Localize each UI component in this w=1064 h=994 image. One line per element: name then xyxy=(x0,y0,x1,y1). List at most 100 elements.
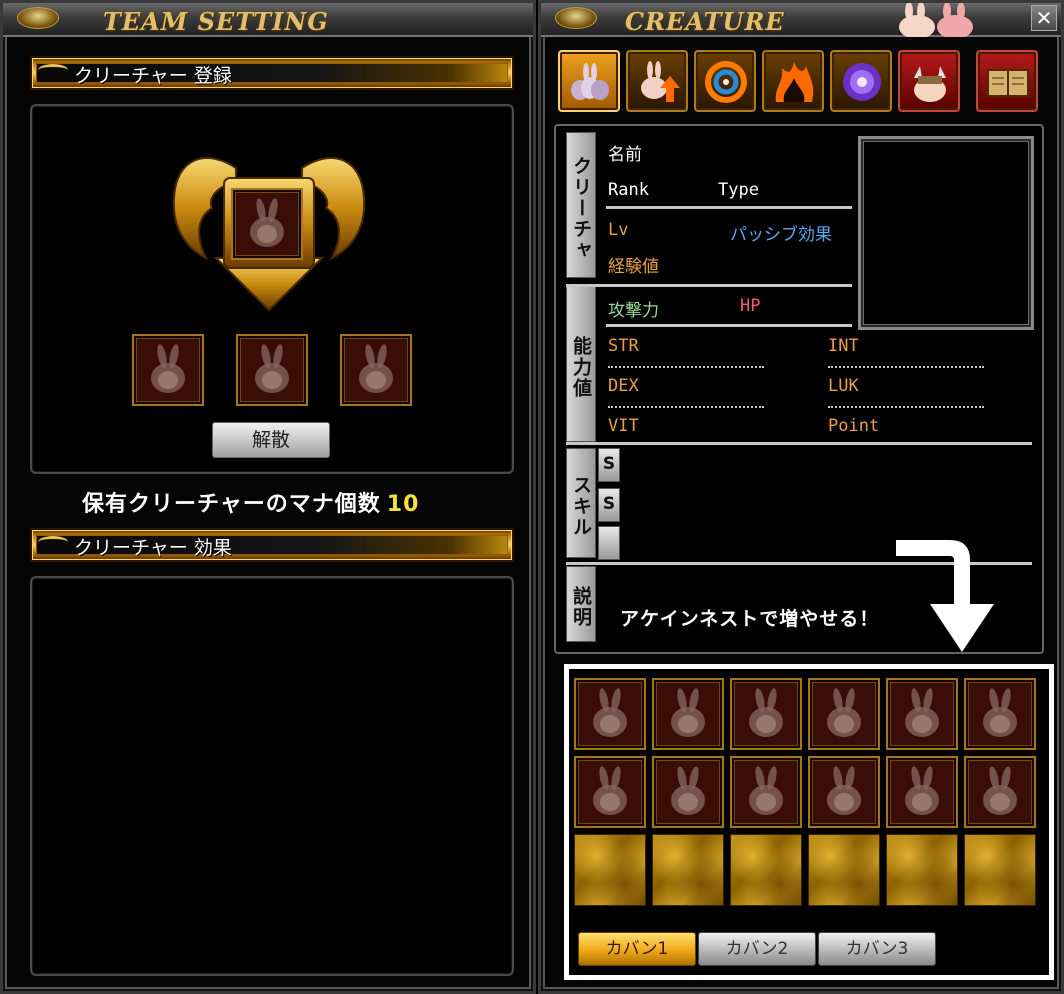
creature-title: CREATURE xyxy=(625,7,785,36)
creature-placeholder-icon xyxy=(255,343,289,393)
divider xyxy=(606,206,852,209)
tab-creature-upgrade[interactable] xyxy=(626,50,688,112)
creature-placeholder-icon xyxy=(827,765,861,815)
bag-tab-3[interactable]: カバン3 xyxy=(818,932,936,966)
creature-placeholder-icon xyxy=(827,687,861,737)
inventory-creature-slot[interactable] xyxy=(964,678,1036,750)
inventory-creature-slot[interactable] xyxy=(886,678,958,750)
dotted-divider xyxy=(608,366,764,368)
attack-label: 攻撃力 xyxy=(608,301,659,321)
inventory-creature-slot[interactable] xyxy=(808,678,880,750)
divider xyxy=(606,324,852,327)
member-creature-slot-1[interactable] xyxy=(132,334,204,406)
inventory-creature-slot[interactable] xyxy=(808,756,880,828)
down-arrow-icon xyxy=(896,540,994,652)
inventory-creature-slot[interactable] xyxy=(652,756,724,828)
creature-register-header-label: クリーチャー 登録 xyxy=(74,65,232,87)
inventory-locked-slot[interactable] xyxy=(730,834,802,906)
vtab-description: 説明 xyxy=(566,566,596,642)
creature-upgrade-icon xyxy=(641,61,680,102)
fire-creature-icon xyxy=(775,62,814,102)
creature-placeholder-icon xyxy=(250,197,284,247)
header-ornament-icon xyxy=(38,64,68,76)
creature-register-header: クリーチャー 登録 xyxy=(30,56,514,90)
inventory-locked-slot[interactable] xyxy=(574,834,646,906)
bag-tab-2[interactable]: カバン2 xyxy=(698,932,816,966)
tab-magic[interactable] xyxy=(830,50,892,112)
creature-placeholder-icon xyxy=(749,687,783,737)
creature-placeholder-icon xyxy=(593,765,627,815)
callout-text: アケインネストで増やせる！ xyxy=(620,608,880,630)
inventory-locked-slot[interactable] xyxy=(808,834,880,906)
team-setting-title: TEAM SETTING xyxy=(103,7,329,36)
creature-portrait xyxy=(858,136,1034,330)
vtab-ability: 能力値 xyxy=(566,286,596,442)
divider xyxy=(566,284,852,287)
mana-count-line: 保有クリーチャーのマナ個数 10 xyxy=(82,486,419,518)
creature-placeholder-icon xyxy=(671,765,705,815)
leader-creature-slot[interactable] xyxy=(231,188,303,260)
skill-slot-2[interactable]: S xyxy=(598,488,620,522)
hp-label: HP xyxy=(740,296,761,316)
experience-label: 経験値 xyxy=(608,257,659,277)
type-label: Type xyxy=(718,180,759,200)
inventory-creature-slot[interactable] xyxy=(964,756,1036,828)
inventory-locked-slot[interactable] xyxy=(964,834,1036,906)
vtab-creature: クリーチャ xyxy=(566,132,596,278)
team-setting-titlebar[interactable]: TEAM SETTING xyxy=(3,3,533,37)
viking-creature-icon xyxy=(914,66,946,102)
bag-tab-1[interactable]: カバン1 xyxy=(578,932,696,966)
creature-placeholder-icon xyxy=(749,765,783,815)
creature-placeholder-icon xyxy=(983,687,1017,737)
inventory-creature-slot[interactable] xyxy=(730,678,802,750)
divider xyxy=(566,442,1032,445)
passive-effect-label: パッシブ効果 xyxy=(730,225,832,245)
tab-book[interactable] xyxy=(976,50,1038,112)
window-orb-icon xyxy=(555,7,597,29)
creature-effect-box xyxy=(30,576,514,976)
point-label: Point xyxy=(828,416,880,436)
magic-orb-icon xyxy=(843,63,881,101)
creature-placeholder-icon xyxy=(983,765,1017,815)
close-icon[interactable]: ✕ xyxy=(1031,5,1057,31)
name-label: 名前 xyxy=(608,145,642,165)
member-creature-slot-2[interactable] xyxy=(236,334,308,406)
member-creature-slot-3[interactable] xyxy=(340,334,412,406)
disband-button[interactable]: 解散 xyxy=(212,422,330,458)
luk-label: LUK xyxy=(828,376,859,396)
creature-titlebar[interactable]: CREATURE ✕ xyxy=(541,3,1061,37)
skill-slot-3[interactable] xyxy=(598,526,620,560)
tab-fire[interactable] xyxy=(762,50,824,112)
bunny-mascot-icon xyxy=(899,3,973,37)
inventory-creature-slot[interactable] xyxy=(730,756,802,828)
creature-placeholder-icon xyxy=(671,687,705,737)
vit-label: VIT xyxy=(608,416,639,436)
inventory-creature-slot[interactable] xyxy=(574,678,646,750)
inventory-creature-slot[interactable] xyxy=(886,756,958,828)
creature-placeholder-icon xyxy=(359,343,393,393)
creature-placeholder-icon xyxy=(151,343,185,393)
fusion-swirl-icon xyxy=(705,61,747,103)
inventory-locked-slot[interactable] xyxy=(652,834,724,906)
int-label: INT xyxy=(828,336,859,356)
skill-slot-1[interactable]: S xyxy=(598,448,620,482)
dotted-divider xyxy=(608,406,764,408)
dex-label: DEX xyxy=(608,376,639,396)
vtab-skill: スキル xyxy=(566,448,596,558)
creature-list-icon xyxy=(571,63,609,100)
str-label: STR xyxy=(608,336,639,356)
creature-effect-header: クリーチャー 効果 xyxy=(30,528,514,562)
tab-fusion[interactable] xyxy=(694,50,756,112)
inventory-creature-slot[interactable] xyxy=(574,756,646,828)
creature-effect-header-label: クリーチャー 効果 xyxy=(74,537,232,559)
dotted-divider xyxy=(828,366,984,368)
mana-count-value: 10 xyxy=(386,492,420,517)
header-ornament-icon xyxy=(38,536,68,548)
creature-placeholder-icon xyxy=(593,687,627,737)
inventory-creature-slot[interactable] xyxy=(652,678,724,750)
rank-label: Rank xyxy=(608,180,649,200)
tab-creature-list[interactable] xyxy=(558,50,620,112)
tab-viking-creature[interactable] xyxy=(898,50,960,112)
creature-placeholder-icon xyxy=(905,687,939,737)
inventory-locked-slot[interactable] xyxy=(886,834,958,906)
